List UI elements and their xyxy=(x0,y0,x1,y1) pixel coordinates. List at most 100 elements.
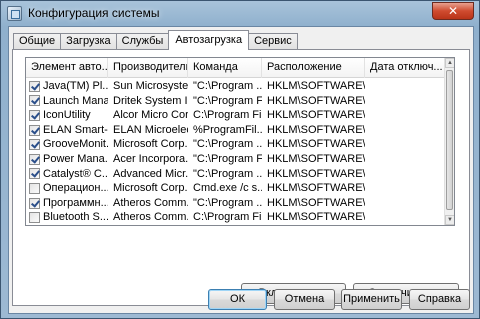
table-row[interactable]: Bluetooth S... Atheros Comm... C:\Program … xyxy=(26,210,445,225)
cell-date-disabled xyxy=(365,108,445,123)
column-header-startup-item[interactable]: Элемент авто... xyxy=(26,58,108,78)
cell-startup-item: Операцион... xyxy=(26,181,108,196)
cell-command: C:\Program Fi... xyxy=(193,109,262,122)
cell-startup-item: Power Mana... xyxy=(26,152,108,167)
startup-item-name: Launch Mana... xyxy=(43,94,108,107)
tab-general[interactable]: Общие xyxy=(13,33,62,50)
cell-date-disabled xyxy=(365,210,445,225)
cell-date-disabled xyxy=(365,94,445,109)
scrollbar-thumb[interactable] xyxy=(446,70,453,210)
scroll-up-icon[interactable]: ▲ xyxy=(445,58,454,68)
startup-item-name: Catalyst® C... xyxy=(43,167,108,180)
table-row[interactable]: Java(TM) Pl... Sun Microsyste... "C:\Progr… xyxy=(26,79,445,94)
column-header-command[interactable]: Команда xyxy=(188,58,262,78)
cell-location: HKLM\SOFTWARE\M... xyxy=(267,211,365,224)
cell-date-disabled xyxy=(365,181,445,196)
table-row[interactable]: Программн... Atheros Comm... "C:\Program .… xyxy=(26,196,445,211)
cell-startup-item: Bluetooth S... xyxy=(26,210,108,225)
cell-manufacturer: Advanced Micr... xyxy=(113,167,188,180)
cell-command: "C:\Program ... xyxy=(193,167,262,180)
cell-date-disabled xyxy=(365,196,445,211)
table-row[interactable]: IconUtility Alcor Micro Corp. C:\Program F… xyxy=(26,108,445,123)
row-checkbox[interactable] xyxy=(29,124,40,136)
row-checkbox[interactable] xyxy=(29,95,40,107)
title-bar[interactable]: Конфигурация системы ✕ xyxy=(1,1,479,25)
cell-startup-item: Java(TM) Pl... xyxy=(26,79,108,94)
startup-item-name: IconUtility xyxy=(43,109,91,122)
vertical-scrollbar[interactable]: ▲ ▼ xyxy=(444,58,454,225)
row-checkbox[interactable] xyxy=(29,153,40,165)
cell-command: "C:\Program F... xyxy=(193,152,262,165)
cell-manufacturer: Dritek System I... xyxy=(113,94,188,107)
table-row[interactable]: Power Mana... Acer Incorpora... "C:\Progra… xyxy=(26,152,445,167)
startup-items-list[interactable]: Элемент авто... Производитель Команда Ра… xyxy=(25,57,455,226)
cell-date-disabled xyxy=(365,123,445,138)
table-row[interactable]: Launch Mana... Dritek System I... "C:\Prog… xyxy=(26,94,445,109)
cell-date-disabled xyxy=(365,152,445,167)
cell-date-disabled xyxy=(365,137,445,152)
table-row[interactable]: ELAN Smart-... ELAN Microelec... %ProgramF… xyxy=(26,123,445,138)
startup-tab-panel: Элемент авто... Производитель Команда Ра… xyxy=(12,49,470,306)
cell-startup-item: Программн... xyxy=(26,196,108,211)
row-checkbox[interactable] xyxy=(29,139,40,151)
cell-startup-item: Launch Mana... xyxy=(26,94,108,109)
close-button[interactable]: ✕ xyxy=(432,2,474,20)
apply-button[interactable]: Применить xyxy=(341,289,402,310)
cell-manufacturer: Microsoft Corp. xyxy=(113,138,188,151)
cell-startup-item: Catalyst® C... xyxy=(26,167,108,182)
cell-date-disabled xyxy=(365,167,445,182)
cell-location: HKLM\SOFTWARE\... xyxy=(267,182,365,195)
cell-command: C:\Program Fi... xyxy=(193,211,262,224)
cancel-button[interactable]: Отмена xyxy=(274,289,335,310)
cell-manufacturer: Acer Incorpora... xyxy=(113,152,188,165)
startup-item-name: Java(TM) Pl... xyxy=(43,80,108,92)
cell-manufacturer: Microsoft Corp. xyxy=(113,182,188,195)
cell-startup-item: IconUtility xyxy=(26,108,108,123)
system-configuration-window: Конфигурация системы ✕ Общие Загрузка Сл… xyxy=(0,0,480,319)
tab-boot[interactable]: Загрузка xyxy=(60,33,117,50)
column-header-date-disabled[interactable]: Дата отключ... xyxy=(365,58,445,78)
cell-location: HKLM\SOFTWARE\M... xyxy=(267,196,365,209)
cell-location: HKLM\SOFTWARE\M... xyxy=(267,109,365,122)
startup-item-name: ELAN Smart-... xyxy=(43,123,108,136)
cell-startup-item: ELAN Smart-... xyxy=(26,123,108,138)
cell-location: HKLM\SOFTWARE\M... xyxy=(267,167,365,180)
help-button[interactable]: Справка xyxy=(409,289,470,310)
cell-command: "C:\Program ... xyxy=(193,80,262,92)
row-checkbox[interactable] xyxy=(29,182,40,194)
startup-item-name: GrooveMonit... xyxy=(43,138,108,151)
cell-command: "C:\Program F... xyxy=(193,94,262,107)
scroll-down-icon[interactable]: ▼ xyxy=(445,215,454,225)
row-checkbox[interactable] xyxy=(29,80,40,92)
cell-location: HKLM\SOFTWARE\M... xyxy=(267,138,365,151)
startup-item-name: Bluetooth S... xyxy=(43,211,108,224)
tab-tools[interactable]: Сервис xyxy=(248,33,298,50)
tab-services[interactable]: Службы xyxy=(115,33,170,50)
cell-location: HKLM\SOFTWARE\M... xyxy=(267,80,365,92)
table-row[interactable]: Операцион... Microsoft Corp. Cmd.exe /c s.… xyxy=(26,181,445,196)
cell-command: "C:\Program ... xyxy=(193,196,262,209)
dialog-client-area: Общие Загрузка Службы Автозагрузка Серви… xyxy=(8,26,474,314)
cell-manufacturer: Atheros Comm... xyxy=(113,196,188,209)
cell-startup-item: GrooveMonit... xyxy=(26,137,108,152)
cell-command: "C:\Program ... xyxy=(193,138,262,151)
window-title: Конфигурация системы xyxy=(28,6,160,20)
cell-manufacturer: Alcor Micro Corp. xyxy=(113,109,188,122)
cell-command: %ProgramFil... xyxy=(193,123,262,136)
tab-startup[interactable]: Автозагрузка xyxy=(168,30,250,50)
row-checkbox[interactable] xyxy=(29,168,40,180)
list-header: Элемент авто... Производитель Команда Ра… xyxy=(26,58,445,78)
msconfig-app-icon xyxy=(7,6,22,21)
cell-location: HKLM\SOFTWARE\M... xyxy=(267,152,365,165)
cell-command: Cmd.exe /c s... xyxy=(193,182,262,195)
cell-location: HKLM\SOFTWARE\M... xyxy=(267,123,365,136)
column-header-location[interactable]: Расположение xyxy=(262,58,365,78)
table-row[interactable]: Catalyst® C... Advanced Micr... "C:\Progra… xyxy=(26,167,445,182)
table-row[interactable]: GrooveMonit... Microsoft Corp. "C:\Program… xyxy=(26,137,445,152)
row-checkbox[interactable] xyxy=(29,212,40,224)
row-checkbox[interactable] xyxy=(29,197,40,209)
row-checkbox[interactable] xyxy=(29,109,40,121)
cell-manufacturer: Atheros Comm... xyxy=(113,211,188,224)
column-header-manufacturer[interactable]: Производитель xyxy=(108,58,188,78)
ok-button[interactable]: ОК xyxy=(208,289,267,310)
